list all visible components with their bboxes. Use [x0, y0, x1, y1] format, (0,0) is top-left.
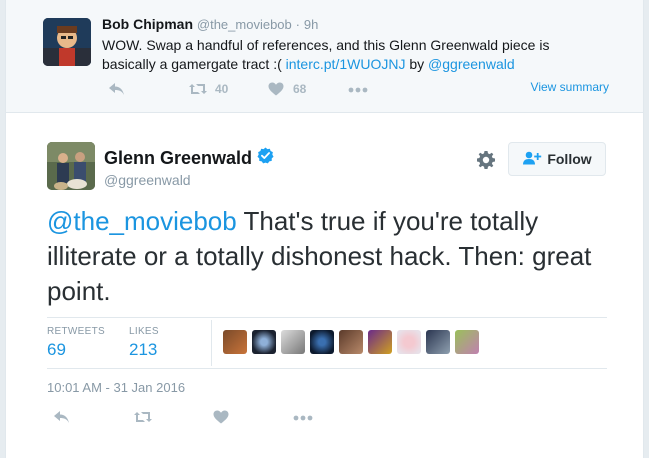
author-handle[interactable]: @the_moviebob	[197, 17, 292, 32]
reply-button[interactable]	[108, 82, 126, 96]
separator-dot: ·	[295, 17, 300, 32]
retweet-icon	[188, 82, 208, 96]
main-tweet: Glenn Greenwald @ggreenwald Follow @the_…	[6, 112, 643, 458]
author-name[interactable]: Bob Chipman	[102, 16, 193, 32]
tweet-timestamp[interactable]: 10:01 AM - 31 Jan 2016	[47, 380, 185, 395]
avatar[interactable]	[43, 18, 91, 66]
stats-divider	[211, 320, 212, 366]
like-button[interactable]	[213, 410, 229, 424]
author-handle[interactable]: @ggreenwald	[104, 172, 191, 188]
context-tweet-text: WOW. Swap a handful of references, and t…	[102, 36, 602, 74]
like-button[interactable]: 68	[268, 82, 306, 96]
liker-avatar[interactable]	[223, 330, 247, 354]
retweet-button[interactable]: 40	[188, 82, 228, 96]
more-icon	[348, 87, 368, 93]
likes-stat[interactable]: LIKES 213	[129, 326, 159, 360]
follow-label: Follow	[547, 151, 592, 167]
retweets-count: 69	[47, 340, 66, 359]
gear-icon	[476, 151, 496, 174]
retweet-icon	[133, 410, 153, 424]
author-name-row: Glenn Greenwald	[104, 147, 274, 169]
heart-icon	[213, 410, 229, 424]
author-name[interactable]: Glenn Greenwald	[104, 148, 252, 169]
follow-person-icon	[522, 151, 542, 168]
follow-button[interactable]: Follow	[508, 142, 606, 176]
tweet-actions	[47, 408, 607, 432]
liker-avatar[interactable]	[397, 330, 421, 354]
tweet-time[interactable]: 9h	[304, 17, 318, 32]
avatar[interactable]	[47, 142, 95, 190]
likes-count: 213	[129, 340, 158, 359]
tweet-permalink-frame: Bob Chipman @the_moviebob · 9h WOW. Swap…	[5, 0, 644, 458]
liker-avatar[interactable]	[455, 330, 479, 354]
reply-icon	[53, 410, 71, 424]
liker-avatar[interactable]	[426, 330, 450, 354]
liker-avatar[interactable]	[281, 330, 305, 354]
liker-avatars	[223, 330, 479, 354]
like-count: 68	[293, 82, 307, 96]
mention-link[interactable]: @ggreenwald	[428, 56, 515, 72]
heart-icon	[268, 82, 284, 96]
liker-avatar[interactable]	[368, 330, 392, 354]
view-summary-link[interactable]: View summary	[531, 80, 609, 94]
retweets-label: RETWEETS	[47, 326, 105, 337]
reply-button[interactable]	[53, 410, 71, 424]
more-icon	[293, 415, 313, 421]
tweet-text-by: by	[405, 56, 429, 72]
liker-avatar[interactable]	[310, 330, 334, 354]
in-reply-to-tweet[interactable]: Bob Chipman @the_moviebob · 9h WOW. Swap…	[6, 0, 643, 113]
liker-avatar[interactable]	[339, 330, 363, 354]
mention-link[interactable]: @the_moviebob	[47, 206, 237, 236]
likes-label: LIKES	[129, 326, 159, 337]
retweet-count: 40	[215, 82, 229, 96]
context-header: Bob Chipman @the_moviebob · 9h	[102, 16, 318, 32]
tweet-text: @the_moviebob That's true if you're tota…	[47, 204, 607, 309]
verified-badge-icon	[257, 147, 274, 169]
tweet-stats: RETWEETS 69 LIKES 213	[47, 317, 607, 369]
more-button[interactable]	[293, 415, 313, 421]
retweet-button[interactable]	[133, 410, 153, 424]
reply-icon	[108, 82, 126, 96]
more-button[interactable]	[348, 87, 368, 93]
liker-avatar[interactable]	[252, 330, 276, 354]
settings-button[interactable]	[476, 150, 496, 175]
article-link[interactable]: interc.pt/1WUOJNJ	[286, 56, 406, 72]
retweets-stat[interactable]: RETWEETS 69	[47, 326, 105, 360]
